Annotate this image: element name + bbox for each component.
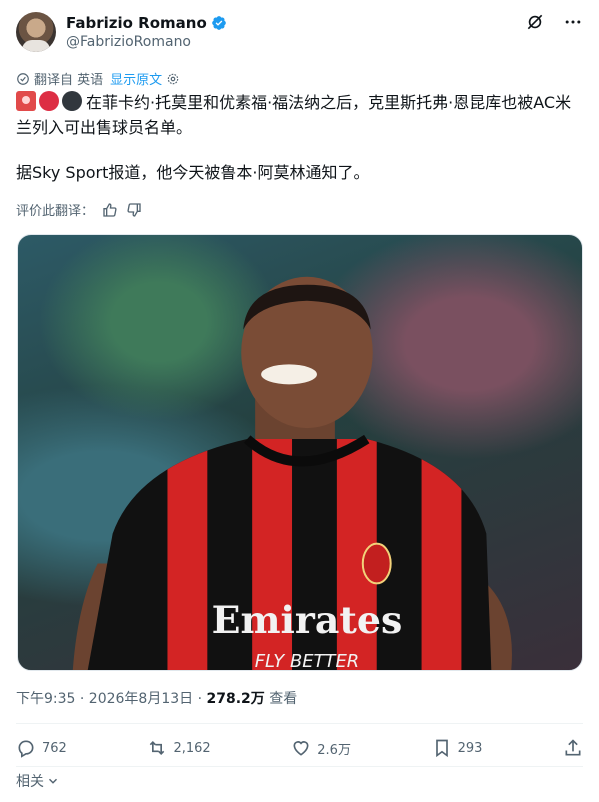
translate-icon — [17, 72, 29, 85]
rate-translation: 评价此翻译： — [16, 200, 142, 219]
jersey-sponsor-top: Emirates — [212, 597, 403, 642]
black-circle-emoji-icon — [62, 91, 82, 111]
verified-badge-icon — [211, 16, 226, 30]
translation-label: 翻译自 英语 — [34, 73, 104, 88]
avatar[interactable] — [16, 12, 56, 52]
divider — [16, 723, 583, 724]
views-count: 278.2万 — [206, 691, 265, 707]
share-button[interactable] — [563, 738, 583, 758]
reply-count: 762 — [42, 740, 67, 756]
action-bar: 762 2,162 2.6万 293 — [16, 733, 583, 763]
tweet-paragraph-1: 在菲卡约·托莫里和优素福·福法纳之后，克里斯托弗·恩昆库也被AC米兰列入可出售球… — [16, 90, 583, 140]
emoji-group — [16, 91, 82, 111]
tweet-meta: 下午9:35 · 2026年8月13日 · 278.2万 查看 — [16, 688, 297, 708]
bookmark-count: 293 — [457, 740, 483, 756]
grok-icon[interactable] — [525, 12, 545, 32]
divider — [16, 766, 583, 767]
bookmark-icon — [435, 739, 448, 758]
translation-bar: 翻译自 英语 显示原文 — [16, 69, 180, 88]
repost-count: 2,162 — [173, 740, 211, 756]
views-label: 查看 — [264, 691, 298, 707]
like-count: 2.6万 — [317, 742, 351, 758]
show-original-link[interactable]: 显示原文 — [110, 69, 162, 88]
tweet-header: Fabrizio Romano @FabrizioRomano — [16, 12, 583, 54]
chevron-down-icon — [48, 778, 58, 784]
player-image: Emirates FLY BETTER — [72, 276, 512, 670]
bookmark-button[interactable]: 293 — [432, 738, 483, 758]
header-icons — [525, 12, 583, 32]
related-label: 相关 — [16, 774, 44, 790]
siren-emoji-icon — [16, 91, 36, 111]
tweet-line-2: 据Sky Sport报道，他今天被鲁本·阿莫林通知了。 — [16, 163, 370, 182]
tweet-timestamp[interactable]: 下午9:35 · 2026年8月13日 · — [16, 691, 207, 707]
thumbs-down-icon[interactable] — [126, 202, 142, 218]
author-handle[interactable]: @FabrizioRomano — [66, 34, 191, 50]
heart-icon — [293, 741, 309, 756]
author-name[interactable]: Fabrizio Romano — [66, 14, 207, 32]
rate-translation-label: 评价此翻译： — [16, 204, 95, 219]
tweet-photo[interactable]: Emirates FLY BETTER — [17, 234, 583, 671]
related-toggle[interactable]: 相关 — [16, 771, 60, 791]
repost-button[interactable]: 2,162 — [147, 738, 211, 758]
thumbs-up-icon[interactable] — [102, 202, 118, 218]
author-name-row: Fabrizio Romano — [66, 14, 227, 32]
share-icon — [565, 739, 581, 756]
like-button[interactable]: 2.6万 — [291, 738, 351, 758]
reply-icon — [18, 740, 34, 758]
jersey-sponsor-bottom: FLY BETTER — [255, 651, 359, 670]
red-circle-emoji-icon — [39, 91, 59, 111]
settings-gear-icon[interactable] — [166, 72, 180, 86]
tweet-text: 在菲卡约·托莫里和优素福·福法纳之后，克里斯托弗·恩昆库也被AC米兰列入可出售球… — [16, 90, 583, 185]
more-icon[interactable] — [563, 12, 583, 32]
repost-icon — [150, 740, 165, 756]
reply-button[interactable]: 762 — [16, 738, 67, 758]
tweet-line-1: 在菲卡约·托莫里和优素福·福法纳之后，克里斯托弗·恩昆库也被AC米兰列入可出售球… — [16, 93, 572, 137]
